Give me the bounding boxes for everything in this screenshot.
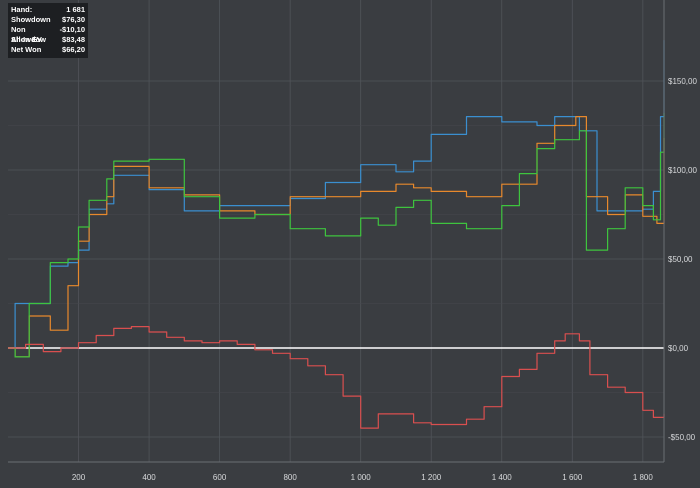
stats-value: $83,48 bbox=[62, 35, 85, 44]
x-tick-label: 200 bbox=[72, 473, 86, 482]
x-tick-label: 1 200 bbox=[421, 473, 442, 482]
stats-row-hands: Hand: 1 681 bbox=[11, 5, 85, 15]
stats-value: -$10,10 bbox=[59, 25, 85, 34]
y-tick-label: $100,00 bbox=[668, 166, 697, 175]
x-tick-label: 600 bbox=[213, 473, 227, 482]
axes: 200 400 600 800 1 000 1 200 1 400 1 600 1 800 $15… bbox=[8, 0, 697, 482]
stats-label: Showdown bbox=[11, 15, 51, 24]
x-tick-label: 1 000 bbox=[351, 473, 372, 482]
grid bbox=[8, 0, 664, 462]
y-tick-label: $50,00 bbox=[668, 255, 693, 264]
line-chart: 200 400 600 800 1 000 1 200 1 400 1 600 1 800 $15… bbox=[8, 0, 697, 482]
x-tick-label: 400 bbox=[142, 473, 156, 482]
x-tick-label: 1 800 bbox=[633, 473, 654, 482]
x-tick-label: 800 bbox=[283, 473, 297, 482]
stats-row-non-showdown: Non Showdow -$10,10 bbox=[11, 25, 85, 44]
x-tick-label: 1 600 bbox=[562, 473, 583, 482]
stats-label: All-In EV bbox=[11, 35, 42, 44]
stats-value: 1 681 bbox=[66, 5, 85, 14]
stats-row-allin-ev: All-In EV $83,48 bbox=[11, 35, 85, 45]
stats-panel: Hand: 1 681 Showdown $76,30 Non Showdow … bbox=[8, 3, 88, 58]
x-tick-label: 1 400 bbox=[492, 473, 513, 482]
stats-row-showdown: Showdown $76,30 bbox=[11, 15, 85, 25]
series-group bbox=[8, 40, 665, 429]
stats-label: Net Won bbox=[11, 45, 42, 54]
stats-value: $76,30 bbox=[62, 15, 85, 24]
stats-row-net-won: Net Won $66,20 bbox=[11, 45, 85, 55]
y-tick-label: -$50,00 bbox=[668, 433, 696, 442]
stats-label: Hand: bbox=[11, 5, 33, 14]
y-tick-label: $0,00 bbox=[668, 344, 689, 353]
stats-value: $66,20 bbox=[62, 45, 85, 54]
chart-container: 200 400 600 800 1 000 1 200 1 400 1 600 1 800 $15… bbox=[0, 0, 700, 488]
series-line-2 bbox=[8, 113, 665, 358]
series-line-3 bbox=[8, 326, 665, 429]
series-line-1 bbox=[8, 116, 665, 358]
stats-label: Non Showdow bbox=[11, 25, 46, 44]
y-tick-label: $150,00 bbox=[668, 77, 697, 86]
